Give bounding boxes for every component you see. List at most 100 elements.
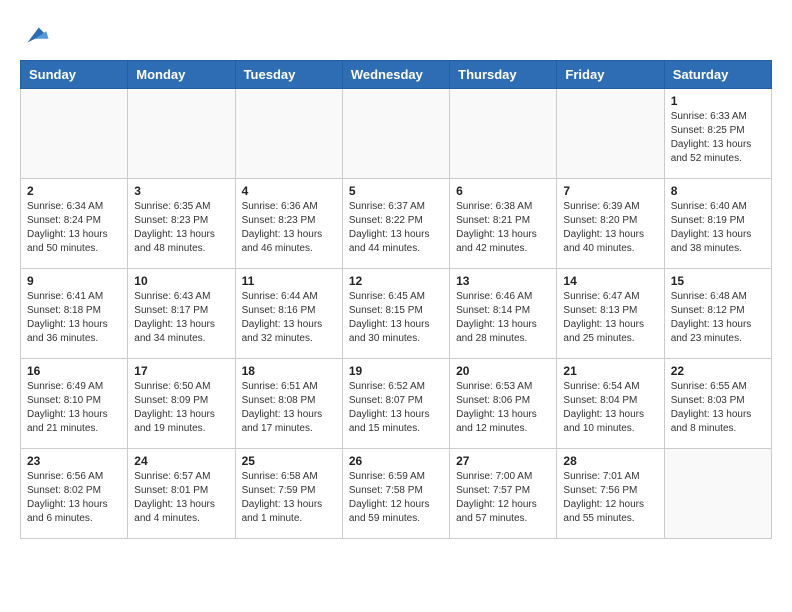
calendar-cell: 7Sunrise: 6:39 AM Sunset: 8:20 PM Daylig… — [557, 179, 664, 269]
calendar-cell: 8 Sunrise: 6:40 AM Sunset: 8:19 PM Daylig… — [664, 179, 771, 269]
day-number: 11 — [242, 274, 336, 288]
weekday-header-saturday: Saturday — [664, 61, 771, 89]
day-number: 4 — [242, 184, 336, 198]
day-info: Sunrise: 6:51 AM Sunset: 8:08 PM Dayligh… — [242, 380, 336, 436]
calendar-cell: 26 Sunrise: 6:59 AM Sunset: 7:58 PM Dayli… — [342, 449, 449, 539]
day-info: Sunrise: 7:00 AM Sunset: 7:57 PM Dayligh… — [456, 470, 550, 526]
calendar-cell — [128, 89, 235, 179]
calendar-cell: 2 Sunrise: 6:34 AM Sunset: 8:24 PM Daylig… — [21, 179, 128, 269]
day-number: 10 — [134, 274, 228, 288]
day-number: 24 — [134, 454, 228, 468]
calendar-cell: 1 Sunrise: 6:33 AM Sunset: 8:25 PM Daylig… — [664, 89, 771, 179]
weekday-header-thursday: Thursday — [450, 61, 557, 89]
calendar: SundayMondayTuesdayWednesdayThursdayFrid… — [20, 60, 772, 539]
calendar-cell: 4 Sunrise: 6:36 AM Sunset: 8:23 PM Daylig… — [235, 179, 342, 269]
day-number: 16 — [27, 364, 121, 378]
calendar-cell: 9 Sunrise: 6:41 AM Sunset: 8:18 PM Daylig… — [21, 269, 128, 359]
day-info: Sunrise: 6:40 AM Sunset: 8:19 PM Dayligh… — [671, 200, 765, 256]
day-number: 5 — [349, 184, 443, 198]
day-number: 26 — [349, 454, 443, 468]
calendar-cell: 23 Sunrise: 6:56 AM Sunset: 8:02 PM Dayli… — [21, 449, 128, 539]
calendar-cell: 25 Sunrise: 6:58 AM Sunset: 7:59 PM Dayli… — [235, 449, 342, 539]
week-row-1: 1 Sunrise: 6:33 AM Sunset: 8:25 PM Daylig… — [21, 89, 772, 179]
day-info: Sunrise: 6:33 AM Sunset: 8:25 PM Dayligh… — [671, 110, 765, 166]
calendar-cell — [450, 89, 557, 179]
weekday-header-tuesday: Tuesday — [235, 61, 342, 89]
day-number: 19 — [349, 364, 443, 378]
day-number: 17 — [134, 364, 228, 378]
day-info: Sunrise: 6:43 AM Sunset: 8:17 PM Dayligh… — [134, 290, 228, 346]
calendar-cell — [21, 89, 128, 179]
day-number: 12 — [349, 274, 443, 288]
day-info: Sunrise: 6:53 AM Sunset: 8:06 PM Dayligh… — [456, 380, 550, 436]
calendar-cell: 27 Sunrise: 7:00 AM Sunset: 7:57 PM Dayli… — [450, 449, 557, 539]
weekday-header-monday: Monday — [128, 61, 235, 89]
day-info: Sunrise: 6:37 AM Sunset: 8:22 PM Dayligh… — [349, 200, 443, 256]
page-header — [20, 20, 772, 50]
day-number: 27 — [456, 454, 550, 468]
day-number: 8 — [671, 184, 765, 198]
day-number: 28 — [563, 454, 657, 468]
day-number: 15 — [671, 274, 765, 288]
day-info: Sunrise: 7:01 AM Sunset: 7:56 PM Dayligh… — [563, 470, 657, 526]
calendar-cell — [557, 89, 664, 179]
calendar-cell: 19 Sunrise: 6:52 AM Sunset: 8:07 PM Dayli… — [342, 359, 449, 449]
week-row-4: 16 Sunrise: 6:49 AM Sunset: 8:10 PM Dayli… — [21, 359, 772, 449]
logo — [20, 20, 54, 50]
day-number: 7 — [563, 184, 657, 198]
day-info: Sunrise: 6:57 AM Sunset: 8:01 PM Dayligh… — [134, 470, 228, 526]
day-info: Sunrise: 6:52 AM Sunset: 8:07 PM Dayligh… — [349, 380, 443, 436]
calendar-cell — [664, 449, 771, 539]
week-row-5: 23 Sunrise: 6:56 AM Sunset: 8:02 PM Dayli… — [21, 449, 772, 539]
day-number: 20 — [456, 364, 550, 378]
weekday-header-sunday: Sunday — [21, 61, 128, 89]
calendar-cell: 24 Sunrise: 6:57 AM Sunset: 8:01 PM Dayli… — [128, 449, 235, 539]
calendar-cell — [342, 89, 449, 179]
calendar-cell: 11 Sunrise: 6:44 AM Sunset: 8:16 PM Dayli… — [235, 269, 342, 359]
calendar-cell: 21Sunrise: 6:54 AM Sunset: 8:04 PM Dayli… — [557, 359, 664, 449]
day-info: Sunrise: 6:45 AM Sunset: 8:15 PM Dayligh… — [349, 290, 443, 346]
day-info: Sunrise: 6:59 AM Sunset: 7:58 PM Dayligh… — [349, 470, 443, 526]
day-number: 14 — [563, 274, 657, 288]
day-info: Sunrise: 6:54 AM Sunset: 8:04 PM Dayligh… — [563, 380, 657, 436]
day-number: 1 — [671, 94, 765, 108]
calendar-cell: 6Sunrise: 6:38 AM Sunset: 8:21 PM Daylig… — [450, 179, 557, 269]
day-info: Sunrise: 6:41 AM Sunset: 8:18 PM Dayligh… — [27, 290, 121, 346]
day-number: 9 — [27, 274, 121, 288]
day-info: Sunrise: 6:35 AM Sunset: 8:23 PM Dayligh… — [134, 200, 228, 256]
calendar-cell: 22 Sunrise: 6:55 AM Sunset: 8:03 PM Dayli… — [664, 359, 771, 449]
day-info: Sunrise: 6:46 AM Sunset: 8:14 PM Dayligh… — [456, 290, 550, 346]
day-info: Sunrise: 6:49 AM Sunset: 8:10 PM Dayligh… — [27, 380, 121, 436]
day-info: Sunrise: 6:36 AM Sunset: 8:23 PM Dayligh… — [242, 200, 336, 256]
day-number: 13 — [456, 274, 550, 288]
weekday-header-friday: Friday — [557, 61, 664, 89]
calendar-cell — [235, 89, 342, 179]
week-row-2: 2 Sunrise: 6:34 AM Sunset: 8:24 PM Daylig… — [21, 179, 772, 269]
day-info: Sunrise: 6:34 AM Sunset: 8:24 PM Dayligh… — [27, 200, 121, 256]
day-info: Sunrise: 6:48 AM Sunset: 8:12 PM Dayligh… — [671, 290, 765, 346]
day-info: Sunrise: 6:44 AM Sunset: 8:16 PM Dayligh… — [242, 290, 336, 346]
calendar-cell: 18Sunrise: 6:51 AM Sunset: 8:08 PM Dayli… — [235, 359, 342, 449]
week-row-3: 9 Sunrise: 6:41 AM Sunset: 8:18 PM Daylig… — [21, 269, 772, 359]
calendar-cell: 14Sunrise: 6:47 AM Sunset: 8:13 PM Dayli… — [557, 269, 664, 359]
calendar-cell: 12 Sunrise: 6:45 AM Sunset: 8:15 PM Dayli… — [342, 269, 449, 359]
day-info: Sunrise: 6:58 AM Sunset: 7:59 PM Dayligh… — [242, 470, 336, 526]
calendar-cell: 10 Sunrise: 6:43 AM Sunset: 8:17 PM Dayli… — [128, 269, 235, 359]
calendar-cell: 28 Sunrise: 7:01 AM Sunset: 7:56 PM Dayli… — [557, 449, 664, 539]
weekday-header-row: SundayMondayTuesdayWednesdayThursdayFrid… — [21, 61, 772, 89]
day-number: 3 — [134, 184, 228, 198]
calendar-cell: 20 Sunrise: 6:53 AM Sunset: 8:06 PM Dayli… — [450, 359, 557, 449]
day-info: Sunrise: 6:56 AM Sunset: 8:02 PM Dayligh… — [27, 470, 121, 526]
day-number: 22 — [671, 364, 765, 378]
calendar-cell: 3 Sunrise: 6:35 AM Sunset: 8:23 PM Daylig… — [128, 179, 235, 269]
day-info: Sunrise: 6:50 AM Sunset: 8:09 PM Dayligh… — [134, 380, 228, 436]
calendar-cell: 5 Sunrise: 6:37 AM Sunset: 8:22 PM Daylig… — [342, 179, 449, 269]
calendar-cell: 16 Sunrise: 6:49 AM Sunset: 8:10 PM Dayli… — [21, 359, 128, 449]
day-number: 25 — [242, 454, 336, 468]
day-number: 2 — [27, 184, 121, 198]
calendar-cell: 15 Sunrise: 6:48 AM Sunset: 8:12 PM Dayli… — [664, 269, 771, 359]
day-info: Sunrise: 6:38 AM Sunset: 8:21 PM Dayligh… — [456, 200, 550, 256]
day-number: 23 — [27, 454, 121, 468]
day-info: Sunrise: 6:55 AM Sunset: 8:03 PM Dayligh… — [671, 380, 765, 436]
calendar-cell: 13 Sunrise: 6:46 AM Sunset: 8:14 PM Dayli… — [450, 269, 557, 359]
